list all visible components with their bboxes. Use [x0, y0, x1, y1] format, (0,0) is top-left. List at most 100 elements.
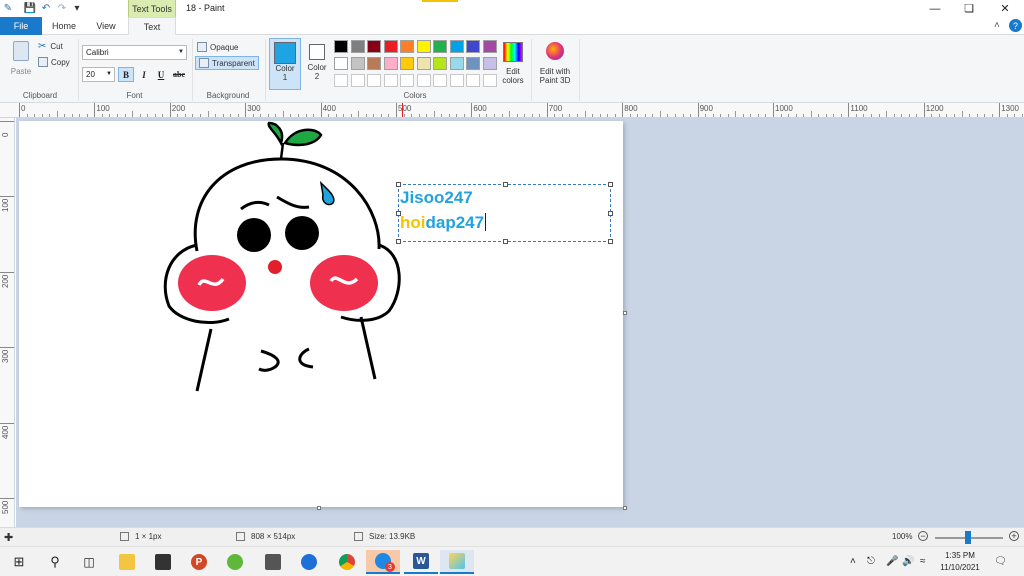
canvas-resize-handle-bottom[interactable]: [317, 506, 321, 510]
zoom-in-button[interactable]: +: [1009, 531, 1019, 541]
underline-button[interactable]: U: [153, 67, 169, 82]
palette-swatch[interactable]: [367, 57, 381, 70]
paste-button[interactable]: Paste: [7, 39, 35, 83]
textbox-handle[interactable]: [608, 182, 613, 187]
taskbar-chrome[interactable]: [330, 550, 364, 574]
textbox-handle[interactable]: [396, 239, 401, 244]
taskbar-powerpoint[interactable]: P: [182, 550, 216, 574]
custom-color-slot[interactable]: [482, 74, 497, 87]
italic-button[interactable]: I: [136, 67, 152, 82]
zoom-slider-thumb[interactable]: [965, 531, 971, 544]
ruler-minor-tick: [237, 114, 239, 117]
canvas-resize-handle-corner[interactable]: [623, 506, 627, 510]
ruler-minor-tick: [659, 111, 661, 117]
tab-file[interactable]: File: [0, 17, 42, 35]
network-device-icon[interactable]: ⎋: [867, 556, 875, 567]
palette-swatch[interactable]: [350, 57, 365, 70]
palette-swatch[interactable]: [449, 40, 464, 53]
palette-swatch[interactable]: [433, 57, 447, 70]
volume-icon[interactable]: 🔊: [902, 556, 914, 567]
customize-toolbar-icon[interactable]: ▾: [72, 2, 82, 15]
textbox-handle[interactable]: [396, 182, 401, 187]
save-icon[interactable]: 💾: [24, 2, 36, 15]
textbox-handle[interactable]: [608, 211, 613, 216]
palette-swatch[interactable]: [466, 40, 480, 53]
copy-button[interactable]: Copy: [38, 57, 70, 67]
custom-color-slot[interactable]: [400, 74, 414, 87]
close-button[interactable]: ✕: [988, 0, 1022, 17]
textbox-handle[interactable]: [608, 239, 613, 244]
palette-swatch[interactable]: [416, 40, 431, 53]
taskbar-store[interactable]: [146, 550, 180, 574]
ruler-minor-tick: [207, 111, 209, 117]
start-button[interactable]: ⊞: [2, 550, 36, 574]
transparent-button[interactable]: Transparent: [195, 56, 259, 70]
undo-icon[interactable]: ↶: [40, 2, 52, 15]
taskbar-word[interactable]: W: [404, 550, 438, 574]
palette-swatch[interactable]: [449, 57, 464, 70]
ruler-minor-tick: [184, 114, 186, 117]
taskbar-app-active[interactable]: 3: [366, 550, 400, 574]
taskbar-calculator[interactable]: [256, 550, 290, 574]
font-size-select[interactable]: 20 ▼: [82, 67, 115, 82]
zoom-out-button[interactable]: −: [918, 531, 928, 541]
task-view-button[interactable]: ◫: [72, 550, 106, 574]
palette-swatch[interactable]: [334, 57, 348, 70]
palette-swatch[interactable]: [482, 57, 497, 70]
palette-swatch[interactable]: [383, 40, 398, 53]
restore-button[interactable]: ❏: [952, 0, 986, 17]
custom-color-slot[interactable]: [466, 74, 480, 87]
taskbar-app-blue[interactable]: [292, 550, 326, 574]
tab-home[interactable]: Home: [44, 17, 84, 35]
opaque-button[interactable]: Opaque: [197, 41, 238, 53]
palette-swatch[interactable]: [466, 57, 480, 70]
canvas-size-status: 808 × 514px: [236, 532, 295, 541]
palette-swatch[interactable]: [367, 40, 381, 53]
drawing-canvas[interactable]: [19, 121, 627, 510]
palette-swatch[interactable]: [334, 40, 348, 53]
redo-icon[interactable]: ↷: [56, 2, 68, 15]
palette-swatch[interactable]: [350, 40, 365, 53]
edit-with-paint3d-button[interactable]: Edit with Paint 3D: [535, 38, 575, 90]
textbox-handle[interactable]: [503, 182, 508, 187]
taskbar-app-green[interactable]: [218, 550, 252, 574]
cut-button[interactable]: ✂ Cut: [38, 41, 63, 52]
custom-color-slot[interactable]: [416, 74, 431, 87]
ruler-tick: [923, 103, 925, 117]
wifi-icon[interactable]: ≈: [920, 556, 926, 567]
color1-button[interactable]: Color 1: [269, 38, 301, 90]
palette-swatch[interactable]: [433, 40, 447, 53]
font-family-select[interactable]: Calibri ▼: [82, 45, 187, 60]
taskbar-file-explorer[interactable]: [110, 550, 144, 574]
search-button[interactable]: ⚲: [38, 550, 72, 574]
bold-button[interactable]: B: [118, 67, 134, 82]
tab-text[interactable]: Text: [128, 17, 176, 36]
help-icon[interactable]: ?: [1009, 19, 1022, 32]
custom-color-slot[interactable]: [367, 74, 381, 87]
minimize-button[interactable]: —: [918, 0, 952, 17]
custom-color-slot[interactable]: [350, 74, 365, 87]
palette-swatch[interactable]: [400, 40, 414, 53]
palette-swatch[interactable]: [416, 57, 431, 70]
notification-icon[interactable]: 🗨: [994, 556, 1007, 567]
taskbar-clock[interactable]: 1:35 PM 11/10/2021: [935, 550, 985, 574]
palette-swatch[interactable]: [482, 40, 497, 53]
text-box[interactable]: Jisoo247 hoidap247: [396, 182, 613, 244]
collapse-ribbon-icon[interactable]: ˄: [994, 20, 1000, 31]
custom-color-slot[interactable]: [383, 74, 398, 87]
custom-color-slot[interactable]: [334, 74, 348, 87]
microphone-icon[interactable]: 🎤: [886, 556, 898, 567]
strikethrough-button[interactable]: abc: [171, 67, 187, 82]
custom-color-slot[interactable]: [449, 74, 464, 87]
color2-button[interactable]: Color 2: [301, 38, 333, 90]
tab-view[interactable]: View: [86, 17, 126, 35]
edit-colors-button[interactable]: Edit colors: [498, 38, 528, 90]
custom-color-slot[interactable]: [433, 74, 447, 87]
ruler-minor-tick: [855, 114, 857, 117]
textbox-handle[interactable]: [503, 239, 508, 244]
canvas-resize-handle-right[interactable]: [623, 311, 627, 315]
show-hidden-icons[interactable]: ˄: [850, 556, 856, 567]
palette-swatch[interactable]: [400, 57, 414, 70]
palette-swatch[interactable]: [383, 57, 398, 70]
taskbar-paint[interactable]: [440, 550, 474, 574]
